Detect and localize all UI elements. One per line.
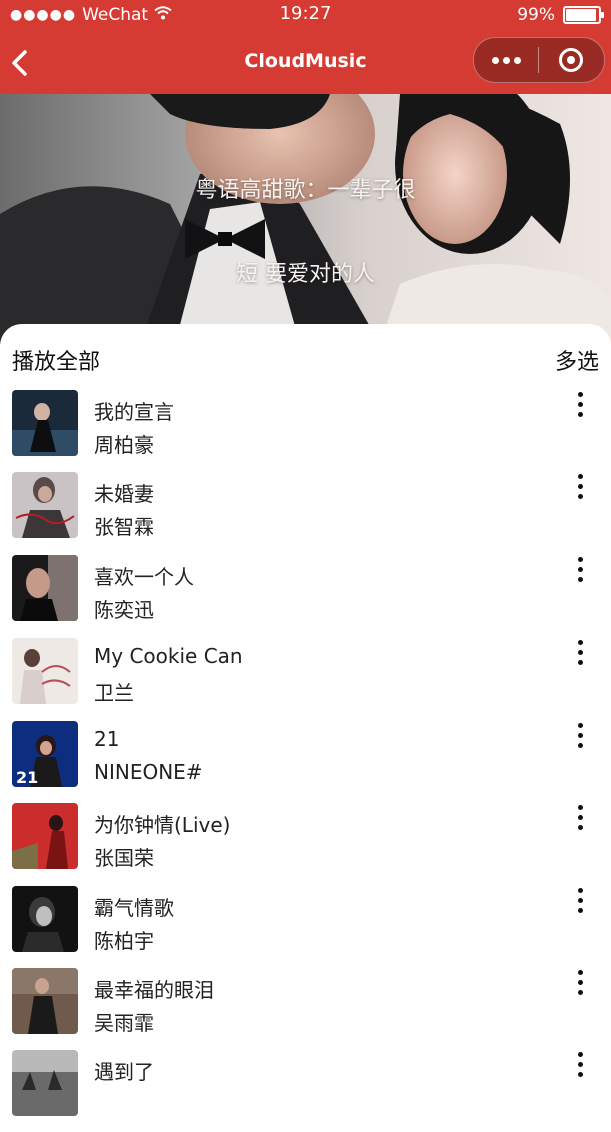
song-title: 遇到了 xyxy=(94,1060,154,1084)
play-all-button[interactable]: 播放全部 xyxy=(12,344,100,376)
song-title: 霸气情歌 xyxy=(94,896,174,920)
song-item[interactable]: 最幸福的眼泪 吴雨霏 xyxy=(0,968,611,1050)
nav-bar: CloudMusic xyxy=(0,30,611,94)
song-more-button[interactable] xyxy=(565,390,595,432)
cover-image xyxy=(12,638,78,704)
song-artist: 张智霖 xyxy=(94,515,154,539)
svg-text:21: 21 xyxy=(16,768,38,787)
song-more-button[interactable] xyxy=(565,1050,595,1092)
vertical-dots-icon xyxy=(577,970,583,975)
banner-image xyxy=(0,94,611,344)
song-artist: 张国荣 xyxy=(94,846,154,870)
cover-image xyxy=(12,803,78,869)
vertical-dots-icon xyxy=(577,1052,583,1057)
song-title: 未婚妻 xyxy=(94,482,154,506)
song-more-button[interactable] xyxy=(565,555,595,597)
vertical-dots-icon xyxy=(577,888,583,893)
more-dots-icon xyxy=(491,56,499,64)
cover-image xyxy=(12,390,78,456)
song-artist: 陈柏宇 xyxy=(94,929,154,953)
song-more-button[interactable] xyxy=(565,886,595,928)
multi-select-button[interactable]: 多选 xyxy=(555,344,599,376)
battery-percent: 99% xyxy=(517,5,555,25)
cover-image xyxy=(12,886,78,952)
cover-image: 21 xyxy=(12,721,78,787)
banner-title-line1: 粤语高甜歌：一辈子很 xyxy=(195,178,416,203)
more-button[interactable] xyxy=(474,38,538,82)
song-title: 最幸福的眼泪 xyxy=(94,978,214,1002)
more-dots-icon xyxy=(513,56,521,64)
song-more-button[interactable] xyxy=(565,803,595,845)
vertical-dots-icon xyxy=(577,805,583,810)
song-title: 我的宣言 xyxy=(94,400,174,424)
song-title: 喜欢一个人 xyxy=(94,565,194,589)
song-title: 21 xyxy=(94,727,120,751)
battery-icon xyxy=(563,6,604,24)
cover-image xyxy=(12,968,78,1034)
banner-title-line2: 短 要爱对的人 xyxy=(236,262,375,287)
song-artist: 吴雨霏 xyxy=(94,1011,154,1035)
mini-program-capsule xyxy=(473,37,605,83)
list-header: 播放全部 多选 xyxy=(0,324,611,390)
battery-fill xyxy=(566,9,596,21)
song-item[interactable]: My Cookie Can 卫兰 xyxy=(0,638,611,720)
vertical-dots-icon xyxy=(577,640,583,645)
song-artist: 周柏豪 xyxy=(94,433,154,457)
cover-image xyxy=(12,1050,78,1116)
cover-image xyxy=(12,472,78,538)
cover-image xyxy=(12,555,78,621)
song-item[interactable]: 霸气情歌 陈柏宇 xyxy=(0,886,611,968)
vertical-dots-icon xyxy=(577,557,583,562)
song-artist: NINEONE# xyxy=(94,760,203,784)
song-item[interactable]: 为你钟情(Live) 张国荣 xyxy=(0,803,611,885)
song-more-button[interactable] xyxy=(565,638,595,680)
record-circle-icon xyxy=(559,48,583,72)
song-item[interactable]: 喜欢一个人 陈奕迅 xyxy=(0,555,611,637)
more-dots-icon xyxy=(502,56,510,64)
vertical-dots-icon xyxy=(577,723,583,728)
song-more-button[interactable] xyxy=(565,968,595,1010)
song-more-button[interactable] xyxy=(565,472,595,514)
song-item[interactable]: 我的宣言 周柏豪 xyxy=(0,390,611,472)
status-bar: ●●●●● WeChat 19:27 99% xyxy=(0,0,611,30)
song-artist: 卫兰 xyxy=(94,681,134,705)
song-item[interactable]: 21 21 NINEONE# xyxy=(0,721,611,803)
close-button[interactable] xyxy=(539,38,603,82)
song-item[interactable]: 未婚妻 张智霖 xyxy=(0,472,611,554)
song-item[interactable]: 遇到了 xyxy=(0,1050,611,1132)
song-title: My Cookie Can xyxy=(94,644,243,668)
status-right: 99% xyxy=(517,5,604,25)
vertical-dots-icon xyxy=(577,392,583,397)
vertical-dots-icon xyxy=(577,474,583,479)
song-title: 为你钟情(Live) xyxy=(94,813,231,837)
song-artist: 陈奕迅 xyxy=(94,598,154,622)
song-more-button[interactable] xyxy=(565,721,595,763)
playlist-banner: 粤语高甜歌：一辈子很 短 要爱对的人 xyxy=(0,94,611,344)
song-list-panel: 播放全部 多选 我的宣言 周柏豪 未婚妻 张智霖 喜欢一个人 陈奕迅 My Co… xyxy=(0,324,611,1116)
